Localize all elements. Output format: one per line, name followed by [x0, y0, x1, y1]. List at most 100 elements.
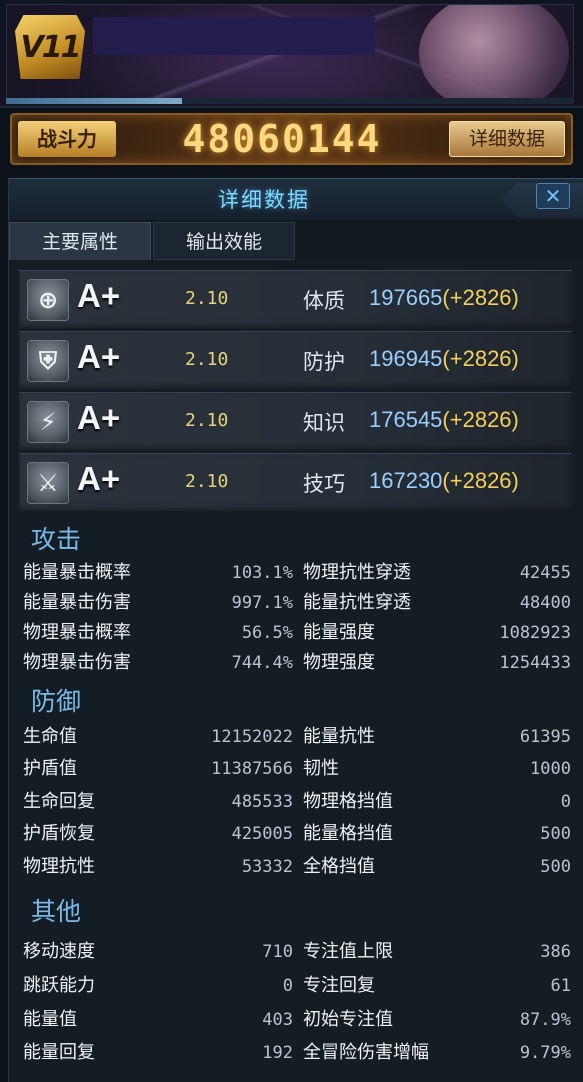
stat-label: 物理抗性穿透	[303, 562, 411, 583]
player-name-redacted	[93, 17, 375, 55]
stat-row: 韧性 1000	[303, 755, 571, 783]
stat-row: 物理暴击概率 56.5%	[23, 619, 293, 647]
stat-label: 能量格挡值	[303, 823, 393, 844]
stat-row: 能量格挡值 500	[303, 820, 571, 848]
stat-row: 生命回复 485533	[23, 788, 293, 816]
stat-value: 744.4%	[231, 653, 293, 673]
stat-row: 能量暴击伤害 997.1%	[23, 589, 293, 617]
stat-label: 护盾恢复	[23, 823, 95, 844]
attribute-value: 196945(+2826)	[369, 346, 519, 372]
attribute-name: 防护	[303, 350, 345, 374]
stat-value: 0	[560, 792, 571, 812]
stat-value: 500	[540, 857, 571, 877]
attribute-base: 196945	[369, 346, 443, 371]
attribute-base: 197665	[369, 285, 443, 310]
stat-value: 56.5%	[241, 623, 293, 643]
stat-row: 专注回复 61	[303, 972, 571, 1000]
stat-label: 能量抗性	[303, 726, 375, 747]
panel-header: 详细数据 ✕	[9, 178, 583, 220]
planet-decoration	[419, 5, 569, 98]
stat-row: 专注值上限 386	[303, 938, 571, 966]
stat-label: 生命回复	[23, 791, 95, 812]
stat-value: 403	[262, 1010, 293, 1030]
attribute-coefficient: 2.10	[185, 288, 229, 309]
stat-label: 物理暴击伤害	[23, 652, 131, 673]
header-banner: V11	[6, 4, 574, 99]
stat-row: 能量强度 1082923	[303, 619, 571, 647]
panel-title: 详细数据	[218, 188, 310, 212]
stat-row: 护盾恢复 425005	[23, 820, 293, 848]
stat-row: 全格挡值 500	[303, 853, 571, 881]
attribute-coefficient: 2.10	[185, 349, 229, 370]
attribute-grade: A+	[77, 277, 121, 314]
stat-label: 全冒险伤害增幅	[303, 1042, 429, 1063]
section-title-defense: 防御	[31, 687, 82, 716]
stat-label: 生命值	[23, 726, 77, 747]
attribute-row-constitution: ⊕ A+ 2.10 体质 197665(+2826)	[19, 270, 572, 328]
stat-value: 9.79%	[519, 1043, 571, 1063]
stat-label: 初始专注值	[303, 1009, 393, 1030]
attribute-value: 197665(+2826)	[369, 285, 519, 311]
stat-value: 485533	[231, 792, 293, 812]
stat-value: 53332	[241, 857, 293, 877]
detail-data-button[interactable]: 详细数据	[449, 121, 565, 157]
attribute-name: 技巧	[303, 472, 345, 496]
tab-output-efficiency[interactable]: 输出效能	[153, 222, 295, 260]
stat-label: 物理强度	[303, 652, 375, 673]
stat-value: 42455	[519, 563, 571, 583]
attribute-grade: A+	[77, 399, 121, 436]
vip-rank-badge: V11	[15, 15, 85, 79]
stat-label: 物理暴击概率	[23, 622, 131, 643]
attribute-name: 体质	[303, 289, 345, 313]
stat-value: 61	[550, 976, 571, 996]
tab-bar: 主要属性 输出效能	[9, 220, 583, 260]
attribute-coefficient: 2.10	[185, 471, 229, 492]
stat-row: 能量暴击概率 103.1%	[23, 559, 293, 587]
attribute-row-knowledge: ⚡ A+ 2.10 知识 176545(+2826)	[19, 392, 572, 450]
stat-label: 专注值上限	[303, 941, 393, 962]
stat-row: 物理暴击伤害 744.4%	[23, 649, 293, 677]
combat-power-value: 48060144	[182, 117, 382, 161]
stat-value: 48400	[519, 593, 571, 613]
stat-row: 移动速度 710	[23, 938, 293, 966]
attribute-base: 167230	[369, 468, 443, 493]
shield-icon: ⛨	[27, 340, 69, 382]
stat-value: 1254433	[499, 653, 571, 673]
stat-row: 生命值 12152022	[23, 723, 293, 751]
stat-row: 跳跃能力 0	[23, 972, 293, 1000]
stat-value: 103.1%	[231, 563, 293, 583]
stat-label: 韧性	[303, 758, 339, 779]
stat-row: 物理抗性 53332	[23, 853, 293, 881]
attribute-grade: A+	[77, 460, 121, 497]
attribute-row-skill: ⚔ A+ 2.10 技巧 167230(+2826)	[19, 453, 572, 511]
stat-row: 全冒险伤害增幅 9.79%	[303, 1039, 571, 1067]
experience-bar-fill	[6, 98, 183, 104]
stat-label: 能量暴击概率	[23, 562, 131, 583]
attribute-base: 176545	[369, 407, 443, 432]
stat-row: 物理强度 1254433	[303, 649, 571, 677]
stat-value: 500	[540, 824, 571, 844]
vip-rank-text: V11	[20, 29, 82, 65]
stat-value: 0	[282, 976, 293, 996]
stat-label: 物理格挡值	[303, 791, 393, 812]
stat-value: 710	[262, 942, 293, 962]
section-title-other: 其他	[31, 897, 82, 926]
attribute-bonus: (+2826)	[442, 468, 519, 493]
stat-label: 护盾值	[23, 758, 77, 779]
attribute-name: 知识	[303, 411, 345, 435]
attribute-bonus: (+2826)	[442, 407, 519, 432]
stat-label: 能量抗性穿透	[303, 592, 411, 613]
stat-label: 能量值	[23, 1009, 77, 1030]
stat-label: 能量强度	[303, 622, 375, 643]
attribute-value: 176545(+2826)	[369, 407, 519, 433]
attribute-row-protection: ⛨ A+ 2.10 防护 196945(+2826)	[19, 331, 572, 389]
stat-row: 能量回复 192	[23, 1039, 293, 1067]
character-header: V11	[0, 0, 583, 108]
stat-row: 能量值 403	[23, 1006, 293, 1034]
stat-value: 87.9%	[519, 1010, 571, 1030]
stat-label: 能量暴击伤害	[23, 592, 131, 613]
stat-value: 1000	[530, 759, 571, 779]
combat-power-label: 战斗力	[18, 121, 116, 157]
tab-main-attributes[interactable]: 主要属性	[9, 222, 151, 260]
close-icon[interactable]: ✕	[536, 183, 570, 209]
